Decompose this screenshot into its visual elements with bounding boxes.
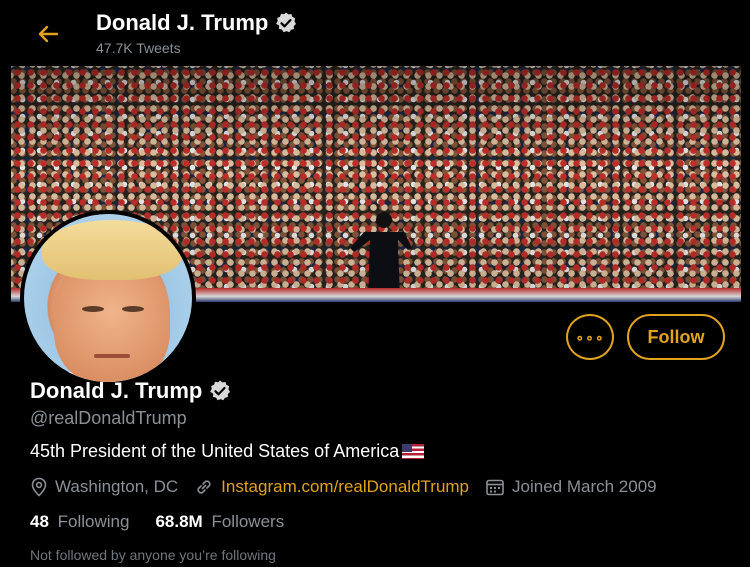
followers-count: 68.8M — [155, 512, 203, 531]
follow-button-label: Follow — [647, 326, 705, 347]
profile-bio: 45th President of the United States of A… — [30, 441, 425, 462]
calendar-icon — [486, 479, 504, 496]
followers-label: Followers — [211, 512, 285, 531]
avatar[interactable] — [20, 210, 196, 386]
avatar-eye-right — [122, 306, 144, 312]
followers-link[interactable]: 68.8M Followers — [155, 512, 284, 532]
following-count: 48 — [30, 512, 49, 531]
more-dots-icon: ∘∘∘ — [575, 328, 605, 345]
avatar-mouth — [94, 354, 130, 358]
location-text: Washington, DC — [55, 477, 179, 496]
location-pin-icon — [31, 477, 47, 497]
follow-counts: 48 Following 68.8M Followers — [30, 512, 284, 532]
bio-text: 45th President of the United States of A… — [30, 441, 400, 461]
location-item: Washington, DC — [30, 477, 178, 497]
following-label: Following — [57, 512, 130, 531]
profile-handle: @realDonaldTrump — [30, 408, 187, 428]
us-flag-icon — [402, 444, 425, 459]
profile-name: Donald J. Trump — [30, 378, 232, 404]
profile-name-text: Donald J. Trump — [30, 378, 203, 403]
back-button[interactable] — [30, 18, 66, 50]
joined-text: Joined March 2009 — [512, 477, 657, 496]
more-options-button[interactable]: ∘∘∘ — [566, 314, 614, 360]
following-link[interactable]: 48 Following — [30, 512, 129, 532]
avatar-eye-left — [82, 306, 104, 312]
not-followed-note: Not followed by anyone you’re following — [30, 547, 276, 563]
joined-item: Joined March 2009 — [485, 477, 657, 497]
verified-badge-icon — [274, 11, 298, 35]
avatar-hair — [42, 220, 182, 280]
profile-header: Donald J. Trump 47.7K Tweets — [0, 0, 750, 66]
verified-badge-icon — [208, 379, 232, 403]
profile-link[interactable]: Instagram.com/realDonaldTrump — [221, 477, 469, 497]
arrow-left-icon — [38, 25, 59, 43]
profile-meta: Washington, DC Instagram.com/realDonaldT… — [30, 477, 673, 497]
header-name-text: Donald J. Trump — [96, 10, 269, 35]
link-icon — [197, 480, 211, 494]
link-item[interactable]: Instagram.com/realDonaldTrump — [194, 477, 469, 497]
header-title: Donald J. Trump — [96, 10, 298, 36]
tweet-count: 47.7K Tweets — [96, 40, 181, 56]
follow-button[interactable]: Follow — [627, 314, 725, 360]
